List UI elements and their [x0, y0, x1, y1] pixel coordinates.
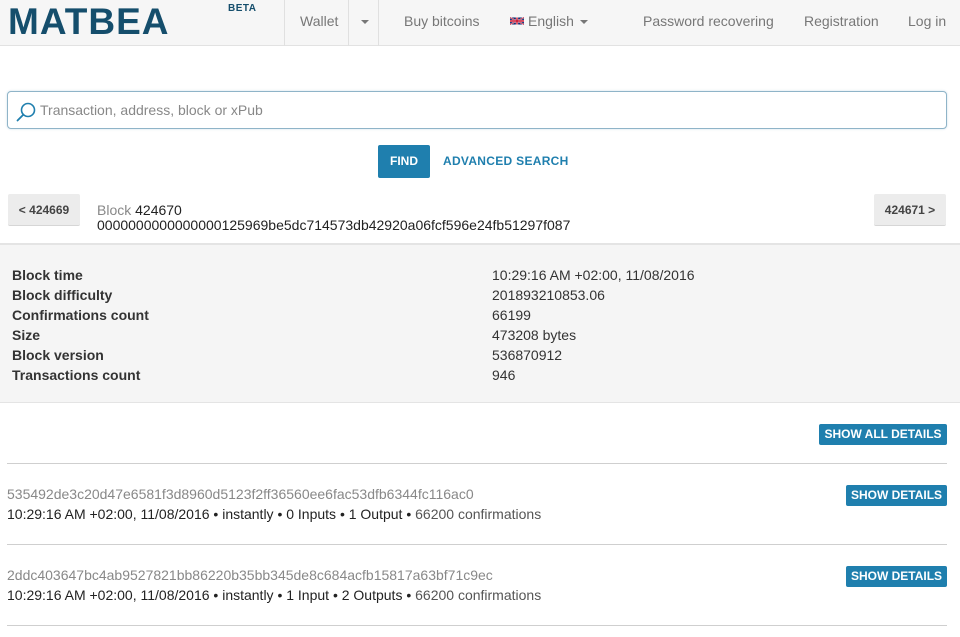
divider — [7, 625, 947, 626]
transaction-hash-link[interactable]: 535492de3c20d47e6581f3d8960d5123f2ff3656… — [7, 486, 474, 502]
top-navbar: MATBEA BETA Wallet Buy bitcoins English … — [0, 0, 960, 46]
uk-flag-icon — [510, 17, 524, 26]
beta-badge: BETA — [228, 3, 257, 14]
detail-row: Size 473208 bytes — [0, 325, 960, 345]
block-title: Block 424670 — [97, 202, 182, 218]
nav-registration[interactable]: Registration — [804, 0, 879, 46]
nav-divider — [378, 0, 379, 46]
detail-key: Size — [12, 327, 41, 343]
wallet-dropdown-toggle[interactable] — [355, 0, 371, 46]
nav-buy-bitcoins[interactable]: Buy bitcoins — [404, 0, 479, 46]
detail-key: Block time — [12, 267, 83, 283]
search-icon — [16, 102, 36, 122]
block-details-panel: Block time 10:29:16 AM +02:00, 11/08/201… — [0, 243, 960, 403]
find-button[interactable]: FIND — [378, 145, 430, 178]
show-details-button[interactable]: SHOW DETAILS — [846, 485, 947, 506]
nav-password-recovering[interactable]: Password recovering — [643, 0, 774, 46]
detail-key: Confirmations count — [12, 307, 149, 323]
detail-key: Block difficulty — [12, 287, 113, 303]
detail-row: Block difficulty 201893210853.06 — [0, 285, 960, 305]
transaction-summary: 10:29:16 AM +02:00, 11/08/2016 • instant… — [7, 506, 412, 522]
detail-value: 946 — [492, 367, 516, 383]
block-number: 424670 — [135, 202, 182, 218]
show-details-button[interactable]: SHOW DETAILS — [846, 566, 947, 587]
next-block-button[interactable]: 424671 > — [874, 194, 946, 226]
block-hash: 0000000000000000125969be5dc714573db42920… — [97, 217, 571, 233]
search-input[interactable] — [40, 93, 940, 127]
detail-row: Block version 536870912 — [0, 345, 960, 365]
block-label: Block — [97, 202, 132, 218]
divider — [7, 544, 947, 545]
transaction-info: 10:29:16 AM +02:00, 11/08/2016 • instant… — [7, 506, 541, 522]
detail-row: Transactions count 946 — [0, 365, 960, 385]
transaction-summary: 10:29:16 AM +02:00, 11/08/2016 • instant… — [7, 587, 412, 603]
detail-row: Confirmations count 66199 — [0, 305, 960, 325]
detail-value: 201893210853.06 — [492, 287, 605, 303]
previous-block-button[interactable]: < 424669 — [8, 194, 80, 226]
transaction-hash-link[interactable]: 2ddc403647bc4ab9527821bb86220b35bb345de8… — [7, 567, 493, 583]
chevron-down-icon — [361, 20, 369, 25]
detail-key: Transactions count — [12, 367, 141, 383]
detail-value: 473208 bytes — [492, 327, 577, 343]
chevron-down-icon — [579, 20, 588, 25]
nav-divider — [284, 0, 285, 46]
language-selector[interactable]: English — [510, 0, 588, 46]
detail-value: 66199 — [492, 307, 531, 323]
search-box[interactable] — [7, 91, 947, 129]
transaction-info: 10:29:16 AM +02:00, 11/08/2016 • instant… — [7, 587, 541, 603]
detail-row: Block time 10:29:16 AM +02:00, 11/08/201… — [0, 265, 960, 285]
nav-divider — [348, 0, 349, 46]
advanced-search-link[interactable]: ADVANCED SEARCH — [443, 154, 569, 168]
nav-wallet[interactable]: Wallet — [300, 0, 338, 46]
logo[interactable]: MATBEA — [8, 2, 170, 42]
show-all-details-button[interactable]: SHOW ALL DETAILS — [819, 424, 947, 445]
detail-value: 536870912 — [492, 347, 563, 363]
divider — [7, 463, 947, 464]
nav-log-in[interactable]: Log in — [908, 0, 946, 46]
language-label: English — [528, 13, 574, 29]
confirmations-count: 66200 confirmations — [415, 506, 542, 522]
detail-key: Block version — [12, 347, 104, 363]
detail-value: 10:29:16 AM +02:00, 11/08/2016 — [492, 267, 695, 283]
confirmations-count: 66200 confirmations — [415, 587, 542, 603]
